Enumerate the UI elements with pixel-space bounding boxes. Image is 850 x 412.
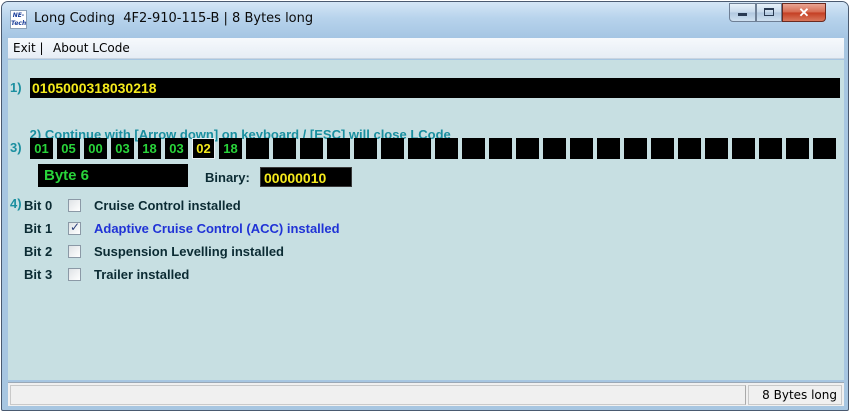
binary-caption: Binary:: [205, 170, 250, 185]
bit-name: Bit 0: [24, 198, 53, 213]
byte-cell[interactable]: 03: [165, 138, 188, 159]
coding-value-field[interactable]: 0105000318030218: [30, 78, 840, 98]
byte-cell[interactable]: [786, 138, 809, 159]
byte-cell[interactable]: [813, 138, 836, 159]
byte-cell[interactable]: [354, 138, 377, 159]
bit-description: Trailer installed: [94, 267, 190, 282]
byte-cell[interactable]: [516, 138, 539, 159]
byte-cell[interactable]: [489, 138, 512, 159]
bit-name: Bit 3: [24, 267, 53, 282]
app-window: NE-Tech Long Coding 4F2-910-115-B | 8 By…: [1, 1, 849, 411]
byte-cell[interactable]: [732, 138, 755, 159]
status-byte-count: 8 Bytes long: [748, 385, 842, 405]
byte-cell[interactable]: [246, 138, 269, 159]
byte-cell[interactable]: 18: [219, 138, 242, 159]
byte-cell[interactable]: [327, 138, 350, 159]
maximize-icon: [764, 8, 774, 16]
bit-3-checkbox[interactable]: [68, 268, 81, 281]
app-logo-icon: NE-Tech: [10, 10, 27, 29]
menu-exit[interactable]: Exit |: [13, 41, 44, 55]
selected-byte-label: Byte 6: [38, 164, 188, 187]
byte-cell[interactable]: 02: [192, 138, 215, 159]
byte-cell[interactable]: [381, 138, 404, 159]
bit-description: Cruise Control installed: [94, 198, 241, 213]
step-1-label: 1): [10, 80, 22, 95]
byte-cell[interactable]: 18: [138, 138, 161, 159]
bit-description: Suspension Levelling installed: [94, 244, 284, 259]
byte-cell[interactable]: [705, 138, 728, 159]
byte-cell[interactable]: 00: [84, 138, 107, 159]
step-3-label: 3): [10, 140, 22, 155]
byte-cell[interactable]: [300, 138, 323, 159]
byte-cell[interactable]: 03: [111, 138, 134, 159]
byte-cell[interactable]: [462, 138, 485, 159]
bit-description: Adaptive Cruise Control (ACC) installed: [94, 221, 340, 236]
binary-value-field: 00000010: [260, 167, 352, 187]
status-bar: 8 Bytes long: [8, 382, 844, 406]
maximize-button[interactable]: [756, 3, 782, 22]
byte-cell[interactable]: [273, 138, 296, 159]
close-button[interactable]: ✕: [782, 3, 826, 22]
byte-cell[interactable]: [408, 138, 431, 159]
bit-name: Bit 1: [24, 221, 53, 236]
byte-cell[interactable]: [651, 138, 674, 159]
byte-cell[interactable]: [678, 138, 701, 159]
bit-2-checkbox[interactable]: [68, 245, 81, 258]
byte-cell[interactable]: 01: [30, 138, 53, 159]
bit-name: Bit 2: [24, 244, 53, 259]
byte-cell[interactable]: [597, 138, 620, 159]
byte-cell[interactable]: [759, 138, 782, 159]
status-panel-left: [10, 385, 746, 405]
minimize-button[interactable]: [729, 3, 756, 22]
window-title: Long Coding 4F2-910-115-B | 8 Bytes long: [34, 11, 314, 26]
byte-cell[interactable]: [570, 138, 593, 159]
minimize-icon: [738, 13, 747, 16]
coding-panel: 1) 0105000318030218 2) Continue with [Ar…: [8, 60, 844, 380]
byte-cell[interactable]: [543, 138, 566, 159]
close-icon: ✕: [798, 5, 810, 20]
menu-bar: Exit | About LCode: [8, 38, 844, 59]
title-bar[interactable]: NE-Tech Long Coding 4F2-910-115-B | 8 By…: [2, 2, 848, 38]
bit-0-checkbox[interactable]: [68, 199, 81, 212]
menu-about[interactable]: About LCode: [53, 41, 130, 55]
step-4-label: 4): [10, 196, 22, 211]
byte-cell[interactable]: 05: [57, 138, 80, 159]
bit-1-checkbox[interactable]: [68, 220, 81, 235]
byte-cell[interactable]: [435, 138, 458, 159]
byte-cell[interactable]: [624, 138, 647, 159]
